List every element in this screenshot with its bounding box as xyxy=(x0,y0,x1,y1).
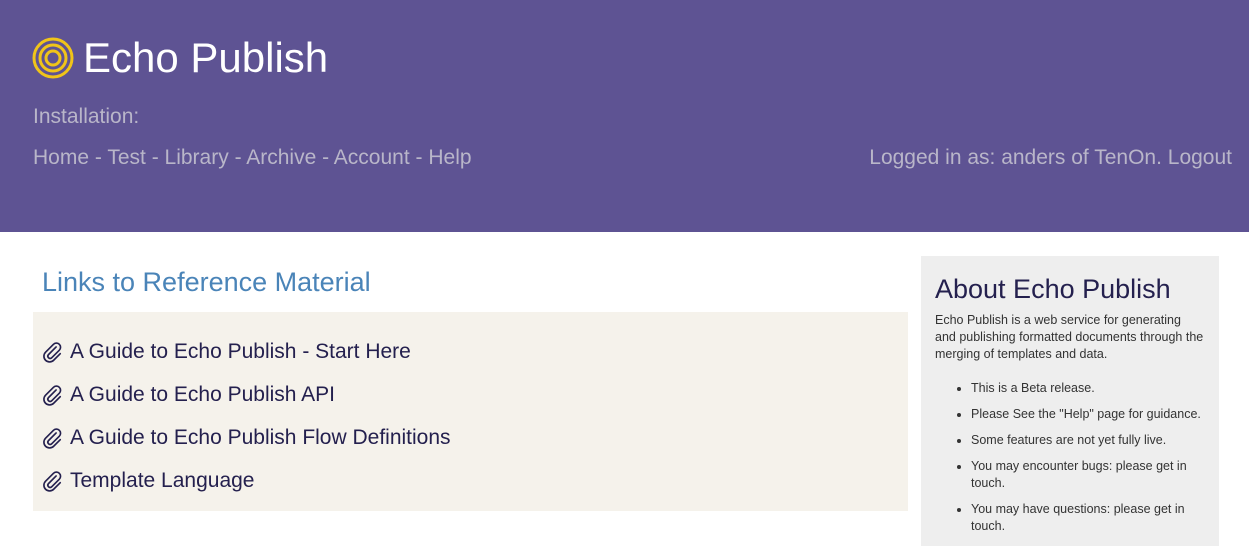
concentric-circles-logo-icon xyxy=(32,37,74,79)
paperclip-icon xyxy=(43,385,62,406)
about-title: About Echo Publish xyxy=(935,274,1171,304)
nav-separator: - xyxy=(415,146,429,169)
about-bullet-item: Please See the "Help" page for guidance. xyxy=(971,406,1205,423)
reference-links-panel: A Guide to Echo Publish - Start Here A G… xyxy=(33,312,908,511)
nav-separator: - xyxy=(94,146,108,169)
site-header: Echo Publish Installation: Home - Test -… xyxy=(0,0,1249,232)
main-nav: Home - Test - Library - Archive - Accoun… xyxy=(33,145,472,171)
nav-home-link[interactable]: Home xyxy=(33,146,89,169)
reference-material-title: Links to Reference Material xyxy=(42,267,371,297)
nav-account-link[interactable]: Account xyxy=(334,146,410,169)
nav-archive-link[interactable]: Archive xyxy=(246,146,316,169)
nav-library-link[interactable]: Library xyxy=(165,146,229,169)
nav-help-link[interactable]: Help xyxy=(428,146,471,169)
about-bullet-list: This is a Beta release. Please See the "… xyxy=(935,380,1205,535)
reference-link-item[interactable]: A Guide to Echo Publish Flow Definitions xyxy=(41,423,451,453)
nav-separator: - xyxy=(151,146,165,169)
brand-name: Echo Publish xyxy=(83,34,329,81)
reference-link-item[interactable]: Template Language xyxy=(41,466,254,496)
nav-test-link[interactable]: Test xyxy=(107,146,146,169)
reference-link-item[interactable]: A Guide to Echo Publish - Start Here xyxy=(41,337,411,367)
brand[interactable]: Echo Publish xyxy=(32,34,328,82)
paperclip-icon xyxy=(43,428,62,449)
nav-separator: - xyxy=(234,146,247,169)
about-description: Echo Publish is a web service for genera… xyxy=(935,313,1204,361)
guide-api-link[interactable]: A Guide to Echo Publish API xyxy=(70,382,335,408)
guide-flow-definitions-link[interactable]: A Guide to Echo Publish Flow Definitions xyxy=(70,425,451,451)
guide-start-here-link[interactable]: A Guide to Echo Publish - Start Here xyxy=(70,339,411,365)
logout-link[interactable]: Logout xyxy=(1168,146,1232,169)
nav-separator: - xyxy=(322,146,334,169)
about-bullet-item: This is a Beta release. xyxy=(971,380,1205,397)
about-sidebar: About Echo Publish Echo Publish is a web… xyxy=(921,256,1219,546)
about-bullet-item: Some features are not yet fully live. xyxy=(971,432,1205,449)
installation-label: Installation: xyxy=(33,105,140,128)
about-bullet-item: You may encounter bugs: please get in to… xyxy=(971,458,1205,492)
reference-link-item[interactable]: A Guide to Echo Publish API xyxy=(41,380,335,410)
paperclip-icon xyxy=(43,471,62,492)
login-status: Logged in as: anders of TenOn. Logout xyxy=(869,145,1232,171)
logged-in-text: Logged in as: anders of TenOn. xyxy=(869,146,1168,169)
paperclip-icon xyxy=(43,342,62,363)
template-language-link[interactable]: Template Language xyxy=(70,468,254,494)
about-bullet-item: You may have questions: please get in to… xyxy=(971,501,1205,535)
